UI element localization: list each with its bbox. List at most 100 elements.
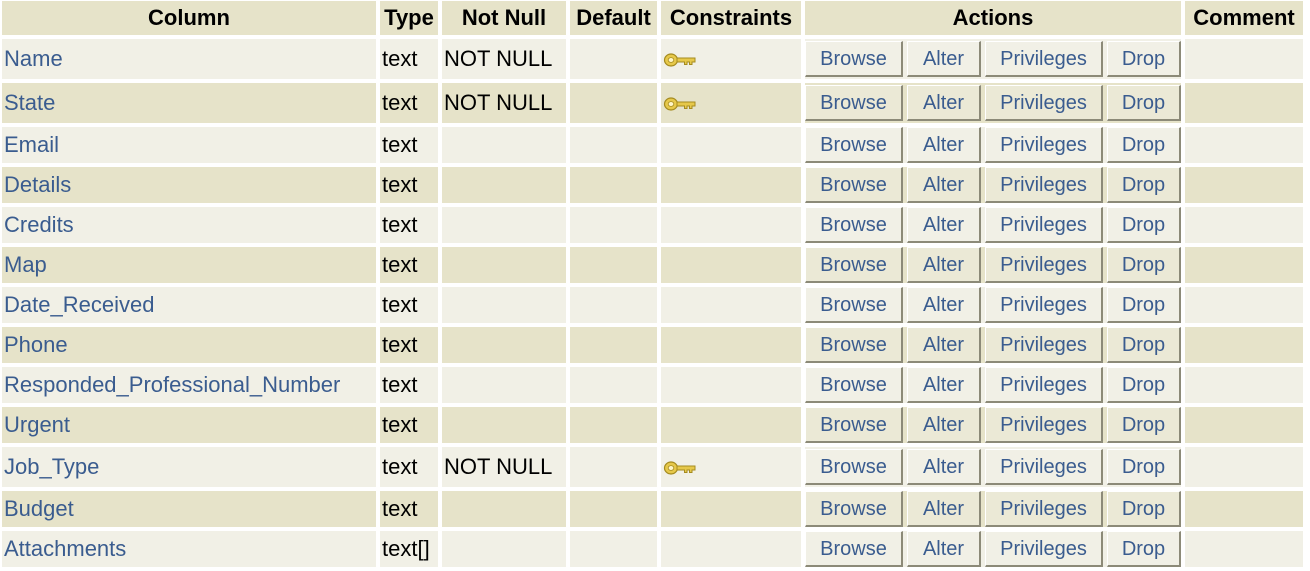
drop-button[interactable]: Drop [1107,167,1181,203]
browse-button[interactable]: Browse [805,127,903,163]
column-name-link[interactable]: Attachments [4,536,126,561]
privileges-button[interactable]: Privileges [985,327,1103,363]
column-name-link[interactable]: Urgent [4,412,70,437]
drop-button[interactable]: Drop [1107,407,1181,443]
column-not-null-cell [442,531,566,567]
column-name-link[interactable]: State [4,90,55,115]
browse-button[interactable]: Browse [805,327,903,363]
drop-button[interactable]: Drop [1107,491,1181,527]
column-name-link[interactable]: Budget [4,496,74,521]
browse-button[interactable]: Browse [805,41,903,77]
header-column[interactable]: Column [2,1,376,35]
alter-button[interactable]: Alter [907,449,981,485]
browse-button[interactable]: Browse [805,407,903,443]
alter-button[interactable]: Alter [907,207,981,243]
column-name-link[interactable]: Responded_Professional_Number [4,372,340,397]
columns-table: Column Type Not Null Default Constraints… [0,0,1307,571]
header-not-null[interactable]: Not Null [442,1,566,35]
column-name-cell: Budget [2,491,376,527]
alter-button[interactable]: Alter [907,327,981,363]
privileges-button[interactable]: Privileges [985,491,1103,527]
drop-button[interactable]: Drop [1107,327,1181,363]
privileges-button[interactable]: Privileges [985,207,1103,243]
header-type[interactable]: Type [380,1,438,35]
privileges-button[interactable]: Privileges [985,167,1103,203]
column-type-cell: text [380,167,438,203]
column-name-link[interactable]: Job_Type [4,454,99,479]
alter-button[interactable]: Alter [907,531,981,567]
column-name-link[interactable]: Phone [4,332,68,357]
column-not-null-cell [442,247,566,283]
column-default-cell [570,447,657,487]
privileges-button[interactable]: Privileges [985,247,1103,283]
drop-button[interactable]: Drop [1107,127,1181,163]
table-row: Name text NOT NULL Browse Alter Privileges… [2,39,1303,79]
column-default-cell [570,83,657,123]
alter-button[interactable]: Alter [907,41,981,77]
drop-button[interactable]: Drop [1107,531,1181,567]
alter-button[interactable]: Alter [907,491,981,527]
column-type-cell: text [380,39,438,79]
column-actions-cell: Browse Alter Privileges Drop [805,367,1181,403]
column-constraints-cell [661,207,801,243]
browse-button[interactable]: Browse [805,207,903,243]
alter-button[interactable]: Alter [907,247,981,283]
table-row: Responded_Professional_Number text Brows… [2,367,1303,403]
header-actions: Actions [805,1,1181,35]
privileges-button[interactable]: Privileges [985,85,1103,121]
alter-button[interactable]: Alter [907,407,981,443]
privileges-button[interactable]: Privileges [985,449,1103,485]
browse-button[interactable]: Browse [805,287,903,323]
column-comment-cell [1185,39,1303,79]
drop-button[interactable]: Drop [1107,287,1181,323]
privileges-button[interactable]: Privileges [985,41,1103,77]
column-constraints-cell [661,447,801,487]
alter-button[interactable]: Alter [907,287,981,323]
drop-button[interactable]: Drop [1107,449,1181,485]
drop-button[interactable]: Drop [1107,207,1181,243]
column-name-link[interactable]: Map [4,252,47,277]
column-type-cell: text [380,127,438,163]
browse-button[interactable]: Browse [805,531,903,567]
column-actions-cell: Browse Alter Privileges Drop [805,287,1181,323]
drop-button[interactable]: Drop [1107,247,1181,283]
drop-button[interactable]: Drop [1107,367,1181,403]
column-type-cell: text [380,407,438,443]
browse-button[interactable]: Browse [805,167,903,203]
privileges-button[interactable]: Privileges [985,287,1103,323]
column-comment-cell [1185,367,1303,403]
column-name-link[interactable]: Email [4,132,59,157]
column-constraints-cell [661,39,801,79]
drop-button[interactable]: Drop [1107,85,1181,121]
browse-button[interactable]: Browse [805,491,903,527]
column-name-link[interactable]: Details [4,172,71,197]
privileges-button[interactable]: Privileges [985,127,1103,163]
browse-button[interactable]: Browse [805,85,903,121]
alter-button[interactable]: Alter [907,367,981,403]
header-comment[interactable]: Comment [1185,1,1303,35]
browse-button[interactable]: Browse [805,449,903,485]
alter-button[interactable]: Alter [907,127,981,163]
column-type-cell: text [380,83,438,123]
column-default-cell [570,287,657,323]
column-name-link[interactable]: Credits [4,212,74,237]
column-type-cell: text [380,287,438,323]
alter-button[interactable]: Alter [907,167,981,203]
drop-button[interactable]: Drop [1107,41,1181,77]
column-constraints-cell [661,327,801,363]
privileges-button[interactable]: Privileges [985,367,1103,403]
column-not-null-cell [442,407,566,443]
column-not-null-cell [442,207,566,243]
header-default[interactable]: Default [570,1,657,35]
privileges-button[interactable]: Privileges [985,531,1103,567]
privileges-button[interactable]: Privileges [985,407,1103,443]
column-comment-cell [1185,491,1303,527]
header-constraints[interactable]: Constraints [661,1,801,35]
alter-button[interactable]: Alter [907,85,981,121]
column-actions-cell: Browse Alter Privileges Drop [805,327,1181,363]
column-name-link[interactable]: Date_Received [4,292,154,317]
browse-button[interactable]: Browse [805,247,903,283]
browse-button[interactable]: Browse [805,367,903,403]
key-icon [663,461,696,475]
column-name-link[interactable]: Name [4,46,63,71]
